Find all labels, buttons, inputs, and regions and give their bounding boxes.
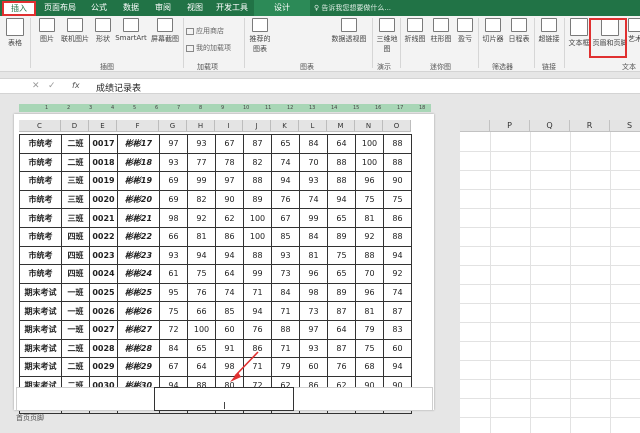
red-arrow-icon [230, 351, 259, 382]
